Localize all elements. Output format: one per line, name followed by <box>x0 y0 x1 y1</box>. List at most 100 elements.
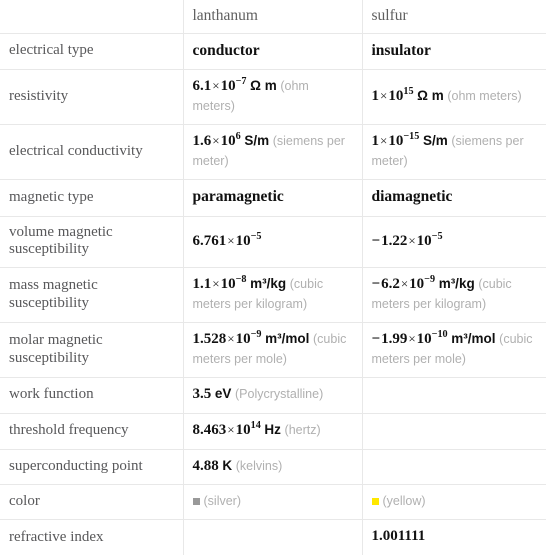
multiplication-sign: × <box>407 331 416 346</box>
value-text: diamagnetic <box>372 188 453 205</box>
exponent: 6 <box>236 131 241 142</box>
color-name: (silver) <box>204 494 242 508</box>
minus-sign: − <box>372 233 382 249</box>
exponent: −7 <box>236 76 247 87</box>
value-scientific-notation: 1×1015 <box>372 88 414 104</box>
multiplication-sign: × <box>407 233 416 248</box>
cell-lanthanum-empty <box>183 520 362 555</box>
value-unit: K <box>222 458 232 473</box>
value-number: 1.001111 <box>372 528 426 544</box>
cell-lanthanum: 6.761×10−5 <box>183 216 362 267</box>
cell-sulfur: insulator <box>362 34 546 70</box>
value-note: (hertz) <box>285 423 321 437</box>
value-scientific-notation: 1.6×106 <box>193 133 241 149</box>
value-number: 3.5 <box>193 386 212 402</box>
cell-sulfur: 1×10−15 S/m (siemens per meter) <box>362 125 546 180</box>
multiplication-sign: × <box>211 276 220 291</box>
value-unit: S/m <box>244 133 269 148</box>
row-label: resistivity <box>0 70 183 125</box>
multiplication-sign: × <box>211 133 220 148</box>
value-scientific-notation: −1.99×10−10 <box>372 331 448 347</box>
table-row: threshold frequency8.463×1014 Hz (hertz) <box>0 413 546 449</box>
value-unit: m³/mol <box>265 331 309 346</box>
value-text: paramagnetic <box>193 188 284 205</box>
table-row: mass magnetic susceptibility1.1×10−8 m³/… <box>0 268 546 323</box>
value-unit: m³/kg <box>439 276 475 291</box>
exponent: 14 <box>251 420 261 431</box>
table-row: magnetic type paramagnetic diamagnetic <box>0 180 546 216</box>
cell-lanthanum: paramagnetic <box>183 180 362 216</box>
table-row: refractive index 1.001111 <box>0 520 546 555</box>
multiplication-sign: × <box>379 133 388 148</box>
cell-lanthanum: 8.463×1014 Hz (hertz) <box>183 413 362 449</box>
cell-sulfur: 1.001111 <box>362 520 546 555</box>
value-number: 4.88 <box>193 458 219 474</box>
value-unit: m³/kg <box>250 276 286 291</box>
value-note: (kelvins) <box>236 459 283 473</box>
row-label: electrical type <box>0 34 183 70</box>
exponent: 15 <box>403 86 413 97</box>
row-label: refractive index <box>0 520 183 555</box>
value-unit: S/m <box>423 133 448 148</box>
exponent: −9 <box>251 329 262 340</box>
cell-lanthanum: 1.528×10−9 m³/mol (cubic meters per mole… <box>183 323 362 378</box>
row-label: color <box>0 485 183 520</box>
table-header: lanthanum sulfur <box>0 0 546 34</box>
multiplication-sign: × <box>226 422 235 437</box>
cell-sulfur: −1.22×10−5 <box>362 216 546 267</box>
column-header-sulfur: sulfur <box>362 0 546 34</box>
value-unit: Hz <box>264 422 281 437</box>
color-name: (yellow) <box>383 494 426 508</box>
cell-lanthanum: conductor <box>183 34 362 70</box>
multiplication-sign: × <box>226 233 235 248</box>
value-scientific-notation: 6.1×10−7 <box>193 78 247 94</box>
exponent: −9 <box>424 274 435 285</box>
row-label: electrical conductivity <box>0 125 183 180</box>
cell-lanthanum: 6.1×10−7 Ω m (ohm meters) <box>183 70 362 125</box>
row-label: threshold frequency <box>0 413 183 449</box>
cell-sulfur: 1×1015 Ω m (ohm meters) <box>362 70 546 125</box>
value-note: (ohm meters) <box>447 89 521 103</box>
table-row: color (silver) (yellow) <box>0 485 546 520</box>
value-scientific-notation: −1.22×10−5 <box>372 233 443 249</box>
value-scientific-notation: 1×10−15 <box>372 133 420 149</box>
multiplication-sign: × <box>400 276 409 291</box>
table-row: molar magnetic susceptibility1.528×10−9 … <box>0 323 546 378</box>
minus-sign: − <box>372 331 382 347</box>
cell-lanthanum: 1.6×106 S/m (siemens per meter) <box>183 125 362 180</box>
element-properties-table: lanthanum sulfur electrical type conducto… <box>0 0 546 555</box>
value-scientific-notation: 6.761×10−5 <box>193 233 262 249</box>
cell-sulfur-empty <box>362 449 546 485</box>
minus-sign: − <box>372 276 382 292</box>
multiplication-sign: × <box>226 331 235 346</box>
header-row: lanthanum sulfur <box>0 0 546 34</box>
cell-lanthanum: 3.5 eV (Polycrystalline) <box>183 377 362 413</box>
color-swatch-icon <box>372 498 379 505</box>
table-row: superconducting point4.88 K (kelvins) <box>0 449 546 485</box>
table-row: work function3.5 eV (Polycrystalline) <box>0 377 546 413</box>
cell-sulfur: diamagnetic <box>362 180 546 216</box>
value-unit: Ω m <box>250 78 277 93</box>
value-unit: m³/mol <box>451 331 495 346</box>
value-scientific-notation: 1.528×10−9 <box>193 331 262 347</box>
column-header-lanthanum: lanthanum <box>183 0 362 34</box>
cell-sulfur: −1.99×10−10 m³/mol (cubic meters per mol… <box>362 323 546 378</box>
value-note: (Polycrystalline) <box>235 387 323 401</box>
table-body: electrical type conductor insulator resisti… <box>0 34 546 555</box>
header-corner-cell <box>0 0 183 34</box>
cell-sulfur: (yellow) <box>362 485 546 520</box>
multiplication-sign: × <box>211 78 220 93</box>
table-row: resistivity6.1×10−7 Ω m (ohm meters)1×10… <box>0 70 546 125</box>
cell-sulfur-empty <box>362 413 546 449</box>
row-label: magnetic type <box>0 180 183 216</box>
cell-lanthanum: 1.1×10−8 m³/kg (cubic meters per kilogra… <box>183 268 362 323</box>
color-swatch-icon <box>193 498 200 505</box>
row-label: volume magnetic susceptibility <box>0 216 183 267</box>
value-scientific-notation: 1.1×10−8 <box>193 276 247 292</box>
value-scientific-notation: 8.463×1014 <box>193 422 261 438</box>
table-row: electrical type conductor insulator <box>0 34 546 70</box>
value-text: conductor <box>193 42 260 59</box>
value-unit: eV <box>215 386 232 401</box>
exponent: −10 <box>432 329 448 340</box>
value-text: insulator <box>372 42 431 59</box>
